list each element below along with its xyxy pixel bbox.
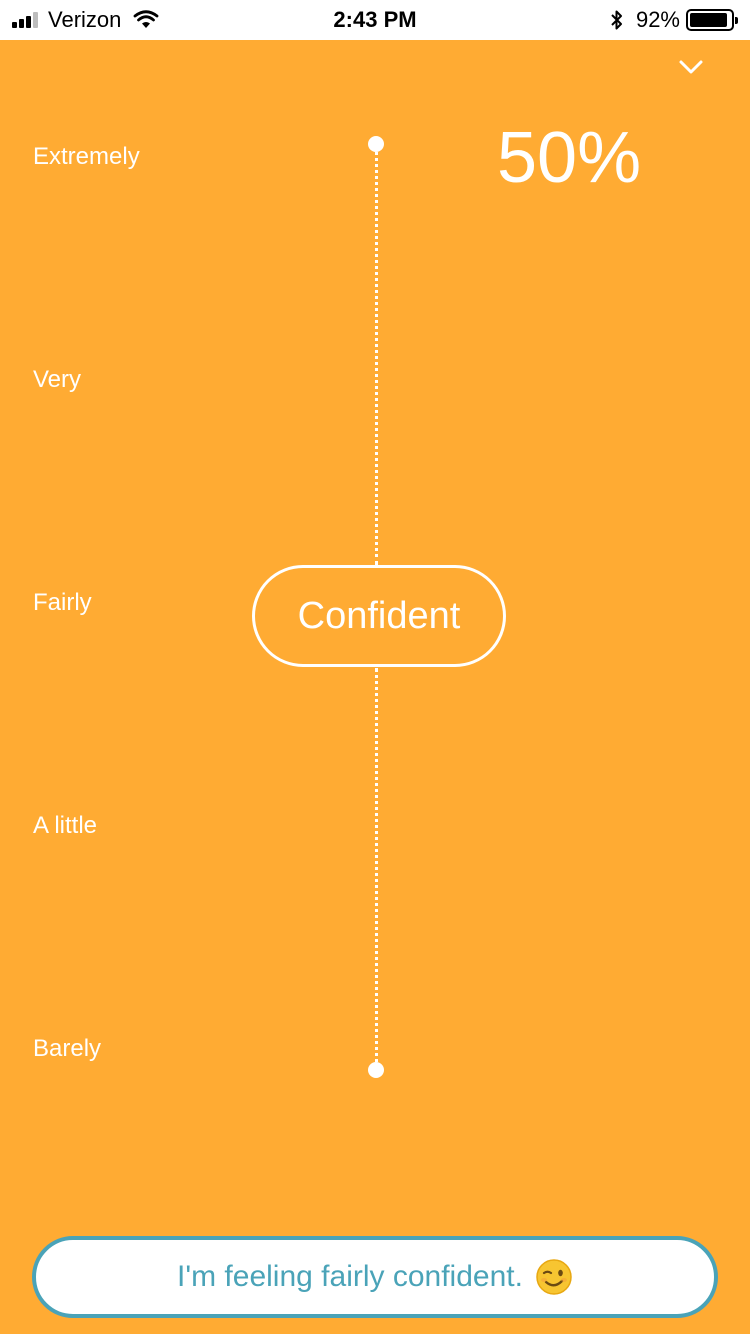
bluetooth-icon (611, 10, 622, 30)
battery-percent: 92% (635, 7, 680, 32)
slider-thumb[interactable]: Confident (252, 565, 506, 667)
feeling-submit-label: I'm feeling fairly confident. (177, 1260, 523, 1293)
slider-track-upper[interactable] (375, 145, 378, 565)
scale-label-fairly[interactable]: Fairly (33, 589, 92, 617)
battery-icon (686, 9, 738, 31)
status-right: 92% (610, 7, 738, 32)
feeling-submit-button[interactable]: I'm feeling fairly confident. (32, 1236, 718, 1318)
slider-thumb-label: Confident (297, 594, 461, 637)
scale-label-a-little[interactable]: A little (33, 812, 97, 840)
percent-readout: 50% (497, 118, 642, 198)
chevron-down-icon[interactable] (676, 54, 706, 80)
track-bottom-endpoint (368, 1062, 384, 1078)
slider-track-lower[interactable] (375, 668, 378, 1070)
battery-fill (690, 13, 727, 27)
scale-label-very[interactable]: Very (33, 366, 81, 394)
winking-face-icon (536, 1259, 572, 1295)
status-bar: Verizon 2:43 PM 92% (0, 0, 750, 40)
scale-label-extremely[interactable]: Extremely (33, 143, 140, 171)
scale-label-barely[interactable]: Barely (33, 1035, 101, 1063)
